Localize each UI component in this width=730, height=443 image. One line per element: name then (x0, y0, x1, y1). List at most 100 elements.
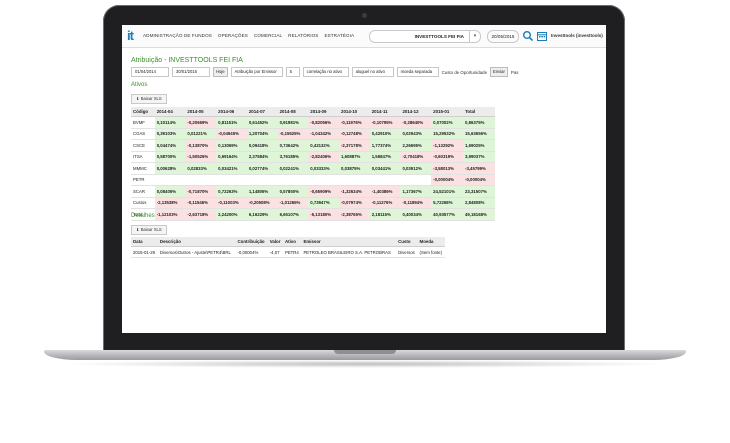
row-code: CSCE (131, 139, 155, 152)
value-cell: -2,70418% (400, 151, 432, 163)
ativos-col-header[interactable]: 2015-01 (431, 107, 464, 117)
nav-item-estrategia[interactable]: ESTRATÉGIA (324, 33, 354, 38)
detalhes-col-header[interactable]: Contribuição (235, 237, 268, 247)
detalhes-header-row: Data Descrição Contribuição Valor Ativo Emiss… (131, 237, 445, 247)
ativos-col-header[interactable]: 2014-06 (216, 107, 247, 117)
value-cell: -1,40386% (369, 185, 401, 198)
ativos-title: Ativos (131, 82, 148, 88)
currency-select[interactable]: moeda separada (396, 67, 439, 77)
end-date-input[interactable]: 30/01/2015 (172, 67, 210, 77)
value-cell: 0,02943% (400, 128, 432, 140)
detalhes-col-header[interactable]: Emissor (301, 237, 397, 247)
value-cell (216, 174, 247, 186)
row-code: ITSA (131, 151, 155, 163)
detail-cell: -0,00004% (235, 246, 268, 258)
detalhes-col-header[interactable]: Valor (267, 237, 283, 247)
today-button[interactable]: Hoje (213, 67, 228, 77)
value-cell: -0,11276% (369, 197, 401, 209)
ativos-col-header[interactable]: 2014-10 (339, 107, 370, 117)
value-cell: 0,40034% (400, 208, 432, 221)
send-button[interactable]: Enviar (490, 67, 508, 77)
ativos-col-header[interactable]: 2014-12 (400, 107, 432, 117)
value-cell: -0,71870% (185, 185, 217, 198)
ativos-col-header[interactable]: 2014-08 (277, 107, 309, 117)
detalhes-col-header[interactable]: Data (131, 237, 158, 247)
value-cell: -0,11976% (339, 116, 370, 129)
ativos-xls-button[interactable]: ⬇ Baixar XLS (131, 94, 167, 104)
value-cell: 5,72268% (431, 197, 464, 209)
table-row: BVMF 0,10114% -0,20669% 0,81151% 0,61452% 0,9… (131, 116, 495, 129)
value-cell: 2,18115% (369, 208, 401, 221)
table-row: MMMC 0,00628% 0,02833% 0,03421% 0,02774% 0,02… (131, 162, 495, 175)
calendar-icon[interactable] (536, 30, 548, 42)
detalhes-col-header[interactable]: Ativo (282, 237, 302, 247)
value-cell: 0,57850% (277, 185, 309, 198)
value-cell: -0,11894% (400, 197, 432, 209)
value-cell: -2,82406% (308, 151, 339, 163)
detalhes-title: Detalhes (131, 213, 155, 219)
ativos-col-header[interactable]: Código (131, 107, 155, 117)
value-cell: 0,39103% (154, 128, 186, 140)
ativos-col-header[interactable]: 2014-09 (308, 107, 339, 117)
detail-cell: Diversos\Outros - Ajuste\PETR4\BRL (157, 246, 236, 258)
header-date-input[interactable]: 20/05/2015 (487, 30, 519, 43)
laptop-screen: it ADMINISTRAÇÃO DE FUNDOS OPERAÇÕES COM… (122, 25, 606, 333)
value-cell: 23,31507% (463, 185, 495, 198)
ativos-col-header[interactable]: 2014-11 (369, 107, 401, 117)
value-cell (308, 174, 339, 186)
ativos-table: Código 2014-04 2014-05 2014-06 2014-07 2014-0… (131, 107, 495, 221)
value-cell: -0,11003% (216, 197, 247, 209)
value-cell: -0,20669% (185, 116, 217, 129)
number-select[interactable]: 5 (285, 67, 300, 77)
value-cell: 0,02241% (277, 162, 309, 175)
value-cell: 15,29532% (431, 128, 464, 140)
ativos-col-header[interactable]: 2014-05 (185, 107, 217, 117)
value-cell: -0,65909% (308, 185, 339, 198)
table-row: PETR -0,00004% -0,00004% (131, 174, 495, 186)
attribution-select[interactable]: Atribuição por Emissor (230, 67, 283, 77)
search-icon[interactable] (522, 30, 534, 42)
nav-item-comercial[interactable]: COMERCIAL (254, 33, 282, 38)
fund-select[interactable]: INVESTTOOLS FEI FIA ▾ (369, 30, 481, 43)
ordering-select[interactable]: correlação no ativo (302, 67, 349, 77)
user-menu[interactable]: Investtools (investtools) (551, 33, 603, 38)
opportunity-cost-label: Custo de Oportunidade (441, 69, 488, 75)
value-cell: 2,84808% (463, 197, 495, 209)
value-cell: 1,60887% (339, 151, 370, 163)
row-code: MMMC (131, 162, 155, 175)
value-cell: -1,50526% (185, 151, 217, 163)
ativos-col-header[interactable]: 2014-04 (154, 107, 186, 117)
value-cell: 1,77374% (369, 139, 401, 152)
value-cell: -0,11546% (185, 197, 217, 209)
ativos-col-header[interactable]: Total (463, 107, 495, 117)
chevron-down-icon[interactable]: ▾ (469, 31, 480, 42)
value-cell: 0,81151% (216, 116, 247, 129)
table-row: Total -1,12103% -2,63718% 2,24200% 6,16229% 6… (131, 208, 495, 221)
value-cell: -1,12103% (154, 208, 186, 221)
value-cell: -3,58013% (431, 162, 464, 175)
value-cell: 3,76185% (277, 151, 309, 163)
value-cell: 0,08405% (154, 185, 186, 198)
top-navbar: it ADMINISTRAÇÃO DE FUNDOS OPERAÇÕES COM… (122, 25, 606, 48)
detalhes-col-header[interactable]: Descrição (157, 237, 236, 247)
value-cell: 0,04474% (154, 139, 186, 152)
value-cell: 0,09418% (246, 139, 278, 152)
detalhes-xls-button[interactable]: ⬇ Baixar XLS (131, 225, 167, 235)
table-row: 2015-01-29 Diversos\Outros - Ajuste\PETR4… (131, 246, 445, 258)
ativos-header-row: Código 2014-04 2014-05 2014-06 2014-07 2014-0… (131, 107, 495, 117)
ativos-col-header[interactable]: 2014-07 (246, 107, 278, 117)
rent-select[interactable]: aluguel no ativo (351, 67, 394, 77)
detalhes-col-header[interactable]: Custo (396, 237, 418, 247)
app-logo[interactable]: it (127, 28, 134, 43)
nav-item-operacoes[interactable]: OPERAÇÕES (218, 33, 248, 38)
nav-item-admin-fundos[interactable]: ADMINISTRAÇÃO DE FUNDOS (143, 33, 212, 38)
nav-item-relatorios[interactable]: RELATÓRIOS (288, 33, 318, 38)
download-icon: ⬇ (136, 96, 140, 101)
value-cell: 0,61452% (246, 116, 278, 129)
value-cell (154, 174, 186, 186)
detail-cell: Diversos (396, 246, 418, 258)
start-date-input[interactable]: 01/04/2014 (131, 67, 169, 77)
table-row: CSCE 0,04474% -0,13870% 0,13069% 0,09418% 0,7… (131, 139, 495, 152)
value-cell: 0,07002% (431, 116, 464, 129)
detalhes-col-header[interactable]: Moeda (417, 237, 445, 247)
